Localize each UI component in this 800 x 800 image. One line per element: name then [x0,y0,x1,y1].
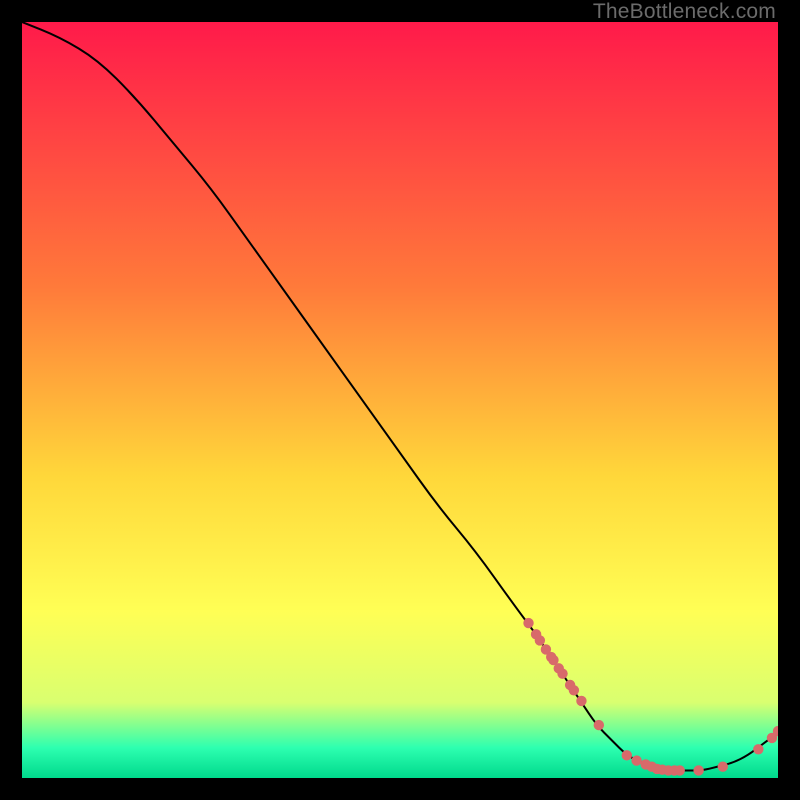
data-marker [557,668,567,678]
gradient-background [22,22,778,778]
data-marker [631,755,641,765]
data-marker [569,685,579,695]
data-marker [576,696,586,706]
data-marker [718,761,728,771]
data-marker [675,765,685,775]
watermark-text: TheBottleneck.com [593,0,776,24]
chart-svg [22,22,778,778]
data-marker [535,635,545,645]
data-marker [523,618,533,628]
data-marker [753,744,763,754]
data-marker [622,750,632,760]
bottleneck-chart [22,22,778,778]
data-marker [693,765,703,775]
data-marker [594,720,604,730]
